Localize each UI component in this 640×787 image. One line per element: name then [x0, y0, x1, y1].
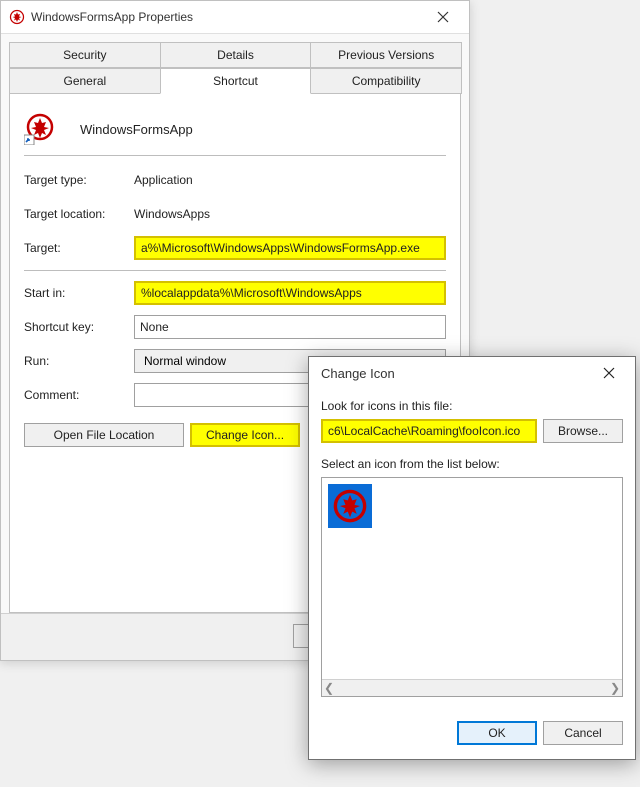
target-location-label: Target location: — [24, 207, 134, 221]
close-button[interactable] — [421, 2, 465, 32]
tab-details[interactable]: Details — [160, 42, 312, 68]
change-icon-title: Change Icon — [317, 366, 587, 381]
shortcut-key-input[interactable] — [134, 315, 446, 339]
maple-leaf-icon — [332, 488, 368, 524]
tab-row-1: Security Details Previous Versions — [9, 42, 461, 68]
properties-title: WindowsFormsApp Properties — [31, 10, 421, 24]
tab-shortcut[interactable]: Shortcut — [160, 68, 312, 94]
change-icon-dialog-buttons: OK Cancel — [309, 707, 635, 759]
tab-security[interactable]: Security — [9, 42, 161, 68]
shortcut-header: WindowsFormsApp — [24, 107, 446, 156]
icon-list[interactable]: ❮ ❯ — [321, 477, 623, 697]
change-icon-close-button[interactable] — [587, 358, 631, 388]
tab-row-2: General Shortcut Compatibility — [9, 68, 461, 94]
target-type-value: Application — [134, 173, 446, 187]
browse-button[interactable]: Browse... — [543, 419, 623, 443]
change-icon-dialog: Change Icon Look for icons in this file:… — [308, 356, 636, 760]
run-label: Run: — [24, 354, 134, 368]
target-type-label: Target type: — [24, 173, 134, 187]
icon-list-scrollbar[interactable]: ❮ ❯ — [322, 679, 622, 696]
look-for-icons-label: Look for icons in this file: — [321, 399, 623, 413]
shortcut-big-icon — [24, 113, 56, 145]
target-label: Target: — [24, 241, 134, 255]
start-in-label: Start in: — [24, 286, 134, 300]
tab-general[interactable]: General — [9, 68, 161, 94]
change-icon-cancel-button[interactable]: Cancel — [543, 721, 623, 745]
app-name: WindowsFormsApp — [80, 122, 193, 137]
comment-label: Comment: — [24, 388, 134, 402]
open-file-location-button[interactable]: Open File Location — [24, 423, 184, 447]
icon-list-item[interactable] — [328, 484, 372, 528]
change-icon-ok-button[interactable]: OK — [457, 721, 537, 745]
icon-file-input[interactable] — [321, 419, 537, 443]
change-icon-titlebar[interactable]: Change Icon — [309, 357, 635, 389]
start-in-input[interactable] — [134, 281, 446, 305]
divider — [24, 270, 446, 271]
change-icon-button[interactable]: Change Icon... — [190, 423, 300, 447]
close-icon — [437, 11, 449, 23]
close-icon — [603, 367, 615, 379]
properties-titlebar[interactable]: WindowsFormsApp Properties — [1, 1, 469, 33]
change-icon-body: Look for icons in this file: Browse... S… — [309, 389, 635, 707]
select-icon-label: Select an icon from the list below: — [321, 457, 623, 471]
target-input[interactable] — [134, 236, 446, 260]
tab-compatibility[interactable]: Compatibility — [310, 68, 462, 94]
target-location-value: WindowsApps — [134, 207, 446, 221]
shortcut-key-label: Shortcut key: — [24, 320, 134, 334]
scroll-left-icon[interactable]: ❮ — [324, 681, 334, 695]
scroll-right-icon[interactable]: ❯ — [610, 681, 620, 695]
app-icon — [9, 9, 25, 25]
tab-previous-versions[interactable]: Previous Versions — [310, 42, 462, 68]
